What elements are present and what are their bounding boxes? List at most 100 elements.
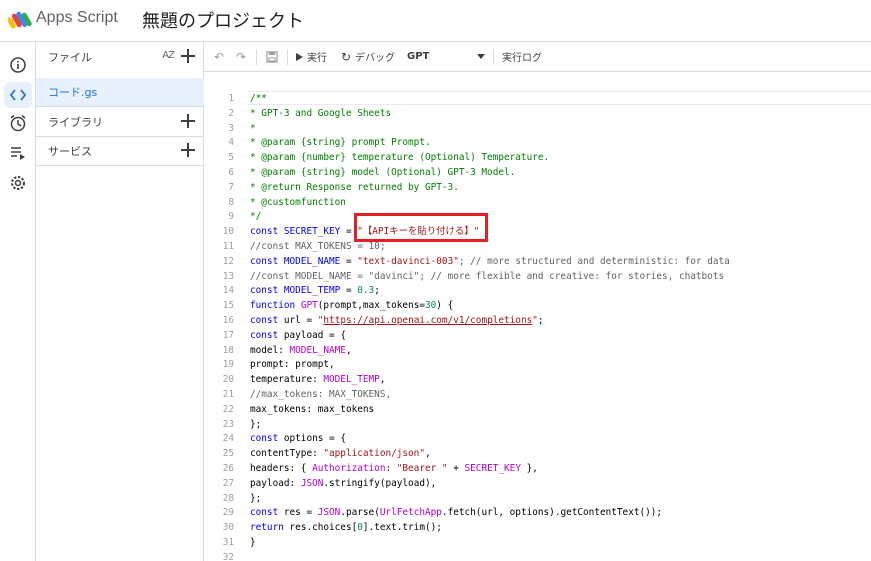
code-line[interactable]: 31} [204, 535, 871, 550]
code-line[interactable]: 8 * @customfunction [204, 195, 871, 210]
code-token: }; [250, 418, 262, 430]
code-icon [9, 89, 27, 101]
code-line[interactable]: 21 //max_tokens: MAX_TOKENS, [204, 387, 871, 402]
line-number: 22 [222, 403, 234, 415]
code-token: const [250, 226, 284, 238]
code-token: return [250, 522, 290, 534]
code-line[interactable]: 14 const MODEL_TEMP = 0.3; [204, 283, 871, 298]
code-text: * [250, 121, 256, 136]
code-line[interactable]: 1 /** [204, 91, 871, 106]
rail-triggers-button[interactable] [4, 110, 32, 136]
rail-editor-button[interactable] [4, 82, 32, 108]
code-line[interactable]: 29 const res = JSON.parse(UrlFetchApp.fet… [204, 505, 871, 520]
code-text: const MODEL_NAME = "text-davinci-003"; /… [250, 254, 730, 269]
code-text: }; [250, 491, 261, 506]
code-token: * @param {number} temperature (Optional)… [250, 152, 550, 164]
function-select[interactable]: GPT [407, 42, 485, 72]
code-line[interactable]: 10 const SECRET_KEY = "【APIキーを貼り付ける】" [204, 224, 871, 239]
code-line[interactable]: 2 * GPT-3 and Google Sheets [204, 106, 871, 121]
rail-settings-button[interactable] [4, 170, 32, 196]
code-line[interactable]: 18 model: MODEL_NAME, [204, 343, 871, 358]
code-token: ) { [436, 300, 454, 312]
run-button[interactable]: 実行 [296, 42, 327, 72]
code-line[interactable]: 26 headers: { Authorization: "Bearer " + … [204, 461, 871, 476]
rail-overview-button[interactable] [4, 52, 32, 78]
line-number: 4 [228, 137, 234, 149]
run-label: 実行 [307, 53, 327, 64]
rail-executions-button[interactable] [4, 140, 32, 166]
code-line[interactable]: 25 contentType: "application/json", [204, 446, 871, 461]
file-item-code-gs[interactable]: コード.gs [36, 78, 204, 106]
code-line[interactable]: 13 //const MODEL_NAME = "davinci"; // mor… [204, 269, 871, 284]
code-line[interactable]: 32 [204, 550, 871, 561]
code-token: ].text.trim(); [362, 522, 442, 534]
code-line[interactable]: 19 prompt: prompt, [204, 357, 871, 372]
line-number: 9 [228, 211, 234, 223]
code-line[interactable]: 6 * @param {string} model (Optional) GPT-… [204, 165, 871, 180]
code-line[interactable]: 15 function GPT(prompt,max_tokens=30) { [204, 298, 871, 313]
code-token: JSON [300, 477, 324, 489]
code-line[interactable]: 3 * [204, 121, 871, 136]
file-name: コード.gs [48, 86, 98, 99]
apps-script-logo-icon[interactable] [8, 8, 32, 32]
code-line[interactable]: 7 * @return Response returned by GPT-3. [204, 180, 871, 195]
code-line[interactable]: 27 payload: JSON.stringify(payload), [204, 476, 871, 491]
code-line[interactable]: 12 const MODEL_NAME = "text-davinci-003";… [204, 254, 871, 269]
divider [36, 165, 204, 166]
code-line[interactable]: 22 max_tokens: max_tokens [204, 402, 871, 417]
debug-button[interactable]: ↻ デバッグ [339, 42, 395, 72]
line-number: 7 [228, 181, 234, 193]
gear-icon [11, 176, 25, 190]
code-token: }, [520, 463, 538, 474]
code-line[interactable]: 28}; [204, 491, 871, 506]
code-line[interactable]: 16 const url = "https://api.openai.com/v1… [204, 313, 871, 328]
code-line[interactable]: 9 */ [204, 209, 871, 224]
line-number: 23 [222, 418, 234, 430]
code-token: MODEL_TEMP [283, 285, 341, 297]
code-token: * @param {string} prompt Prompt. [250, 137, 431, 149]
add-library-icon[interactable] [180, 113, 196, 129]
line-number: 25 [222, 448, 234, 460]
sort-az-icon[interactable]: AZ [162, 50, 175, 61]
editor-toolbar: ↶ ↷ 実行 ↻ デバッグ GPT 実行ログ [204, 42, 871, 72]
code-editor[interactable]: 1/** 2 * GPT-3 and Google Sheets 3 * 4 * @para… [204, 72, 871, 561]
code-token: , [345, 344, 352, 356]
code-text: */ [250, 209, 261, 224]
line-number: 29 [222, 507, 234, 519]
code-token: headers: { [250, 463, 313, 474]
line-number: 17 [222, 329, 234, 341]
top-bar: Apps Script 無題のプロジェクト [0, 0, 871, 42]
code-text: headers: { Authorization: "Bearer " + SE… [250, 461, 538, 476]
code-line[interactable]: 24 const options = { [204, 431, 871, 446]
code-line[interactable]: 20 temperature: MODEL_TEMP, [204, 372, 871, 387]
execution-log-button[interactable]: 実行ログ [502, 42, 542, 72]
code-token: , [379, 374, 386, 386]
code-line[interactable]: 23}; [204, 417, 871, 432]
code-token: * @customfunction [250, 196, 346, 208]
code-token: + [447, 463, 465, 474]
code-text: }; [250, 417, 261, 432]
libraries-row[interactable]: ライブラリ [36, 108, 204, 136]
add-service-icon[interactable] [180, 142, 196, 158]
code-token: }; [250, 492, 262, 504]
code-line[interactable]: 30 return res.choices[0].text.trim(); [204, 520, 871, 535]
add-file-icon[interactable] [180, 48, 196, 64]
undo-icon[interactable]: ↶ [212, 50, 226, 64]
services-row[interactable]: サービス [36, 137, 204, 165]
code-token: //const MODEL_NAME = "davinci"; // more … [250, 270, 725, 282]
save-icon[interactable] [265, 50, 279, 64]
code-text: const payload = { [250, 328, 346, 343]
code-token: prompt: prompt, [250, 359, 335, 371]
line-number: 18 [222, 344, 234, 356]
redo-icon[interactable]: ↷ [234, 50, 248, 64]
code-line[interactable]: 5 * @param {number} temperature (Optional… [204, 150, 871, 165]
project-title[interactable]: 無題のプロジェクト [142, 7, 304, 33]
code-token: } [250, 537, 256, 548]
code-token: const [250, 433, 284, 445]
code-line[interactable]: 11 //const MAX_TOKENS = 10; [204, 239, 871, 254]
code-line[interactable]: 17 const payload = { [204, 328, 871, 343]
left-rail [0, 42, 36, 561]
toolbar-divider [493, 48, 494, 65]
code-text: const url = "https://api.openai.com/v1/c… [250, 313, 544, 328]
code-line[interactable]: 4 * @param {string} prompt Prompt. [204, 135, 871, 150]
